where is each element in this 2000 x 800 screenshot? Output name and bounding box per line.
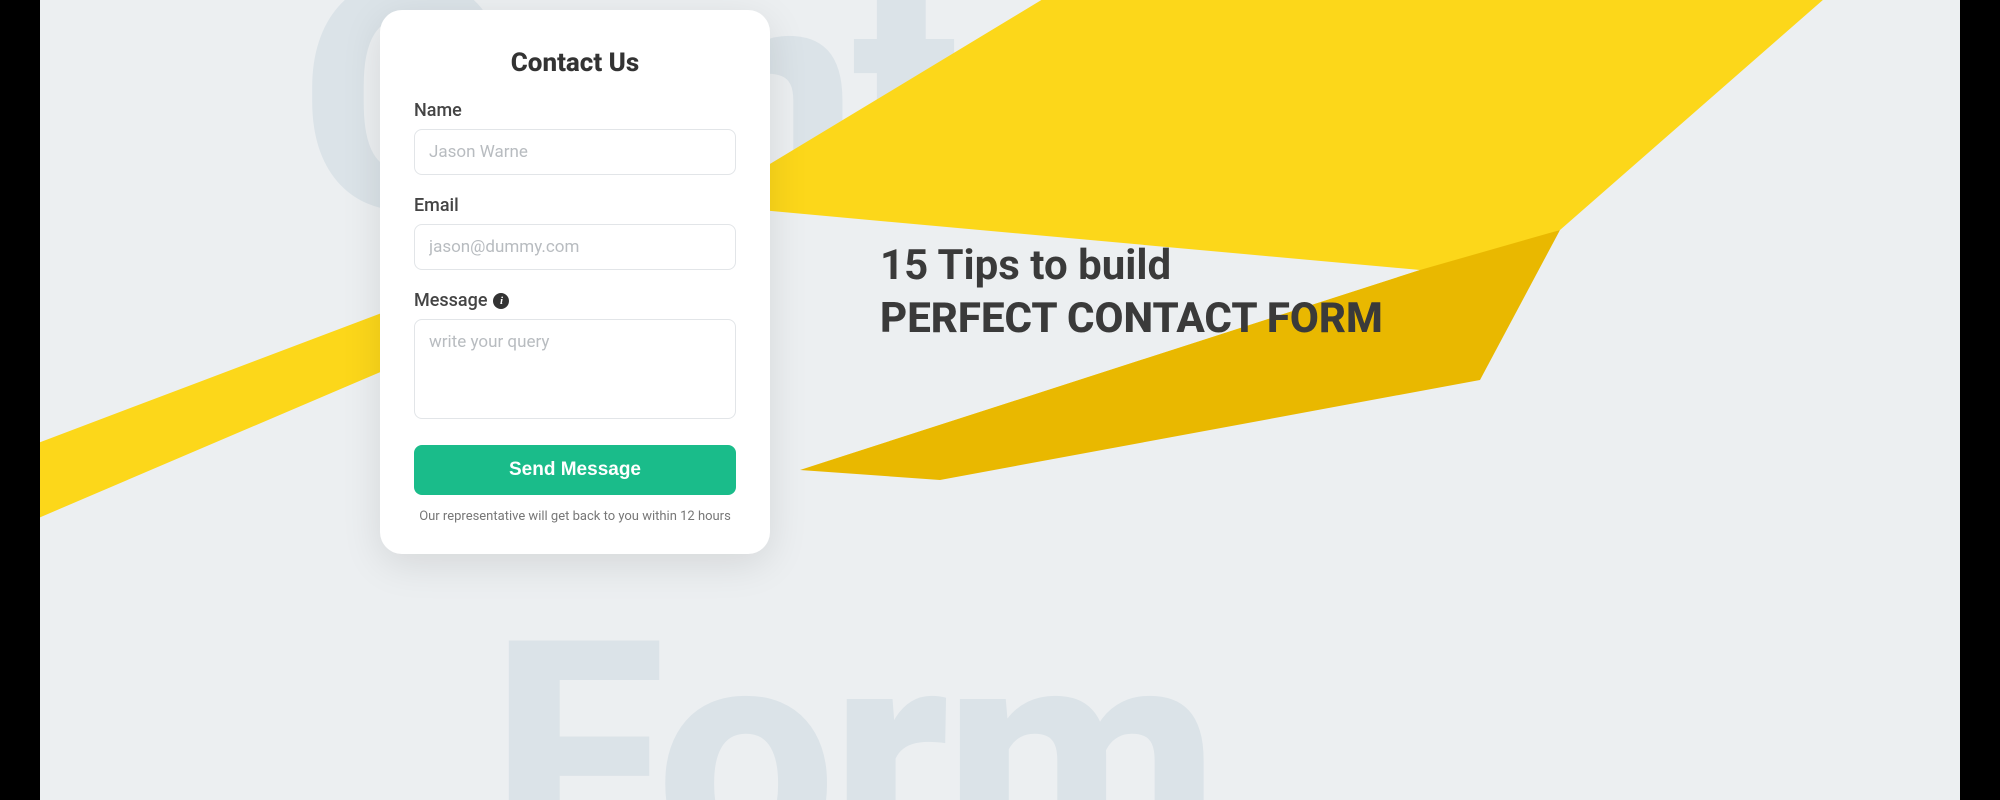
name-label-text: Name — [414, 100, 462, 121]
yellow-shape — [40, 0, 1960, 800]
helper-text: Our representative will get back to you … — [414, 509, 736, 524]
email-label: Email — [414, 195, 736, 216]
message-label-text: Message — [414, 290, 487, 311]
name-label: Name — [414, 100, 736, 121]
headline: 15 Tips to build PERFECT CONTACT FORM — [880, 240, 1383, 345]
send-message-button[interactable]: Send Message — [414, 445, 736, 495]
bg-word-form: Form — [490, 600, 1214, 800]
message-textarea[interactable] — [414, 319, 736, 419]
info-icon[interactable]: i — [493, 293, 509, 309]
form-title: Contact Us — [414, 48, 736, 78]
headline-line2: PERFECT CONTACT FORM — [880, 293, 1383, 346]
email-label-text: Email — [414, 195, 459, 216]
headline-line1: 15 Tips to build — [880, 240, 1383, 293]
name-input[interactable] — [414, 129, 736, 175]
contact-card: Contact Us Name Email Message i Send Mes… — [380, 10, 770, 554]
email-input[interactable] — [414, 224, 736, 270]
hero-canvas: Contact Form Contact Us Name Email Messa… — [40, 0, 1960, 800]
message-label: Message i — [414, 290, 736, 311]
